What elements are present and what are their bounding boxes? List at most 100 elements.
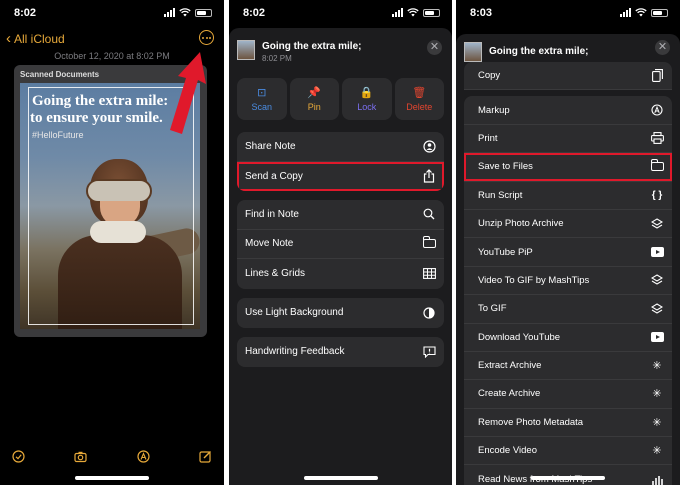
chart-icon bbox=[650, 473, 664, 485]
cellular-signal-icon bbox=[620, 8, 631, 17]
status-time: 8:02 bbox=[14, 7, 37, 19]
use-light-background-row[interactable]: Use Light Background bbox=[237, 298, 444, 328]
row-label: Handwriting Feedback bbox=[245, 346, 345, 358]
extract-archive-row[interactable]: Extract Archive ✳ bbox=[464, 351, 672, 381]
to-gif-row[interactable]: To GIF bbox=[464, 295, 672, 324]
layers-icon bbox=[650, 217, 664, 231]
row-label: YouTube PiP bbox=[478, 246, 533, 258]
camera-icon[interactable] bbox=[74, 450, 87, 463]
pin-label: Pin bbox=[307, 101, 321, 112]
status-time: 8:03 bbox=[470, 7, 493, 19]
youtube-pip-row[interactable]: YouTube PiP bbox=[464, 238, 672, 267]
options-sheet: Going the extra mile; 8:02 PM ✕ ⊡ Scan 📌… bbox=[229, 28, 452, 485]
download-youtube-row[interactable]: Download YouTube bbox=[464, 323, 672, 352]
share-note-icon bbox=[422, 139, 436, 153]
sheet-header: Going the extra mile; 8:02 PM ✕ bbox=[229, 28, 452, 72]
play-icon bbox=[650, 245, 664, 259]
pin-button[interactable]: 📌 Pin bbox=[289, 78, 339, 120]
compose-icon[interactable] bbox=[199, 450, 212, 463]
checklist-icon[interactable] bbox=[12, 450, 25, 463]
lock-button[interactable]: 🔒 Lock bbox=[342, 78, 392, 120]
delete-button[interactable]: 🗑 Delete bbox=[394, 78, 444, 120]
move-note-row[interactable]: Move Note bbox=[237, 230, 444, 259]
back-label: All iCloud bbox=[14, 31, 65, 46]
feedback-icon bbox=[422, 345, 436, 359]
row-label: Find in Note bbox=[245, 208, 299, 220]
pin-icon: 📌 bbox=[307, 86, 322, 99]
share-sheet: Going the extra mile; ✕ Copy Markup Prin… bbox=[456, 34, 680, 485]
status-bar: 8:02 bbox=[0, 0, 224, 26]
more-options-button[interactable] bbox=[199, 30, 214, 45]
appearance-group: Use Light Background bbox=[237, 298, 444, 328]
grid-icon bbox=[422, 267, 436, 281]
chevron-left-icon: ‹ bbox=[6, 30, 11, 47]
red-arrow-annotation bbox=[170, 52, 206, 134]
run-script-row[interactable]: Run Script { } bbox=[464, 181, 672, 210]
close-button[interactable]: ✕ bbox=[655, 40, 670, 55]
share-actions-list: Copy Markup Print Save to Files Run Scri… bbox=[464, 62, 672, 485]
status-bar: 8:02 bbox=[229, 0, 452, 26]
close-button[interactable]: ✕ bbox=[427, 40, 442, 55]
row-label: Create Archive bbox=[478, 388, 541, 400]
play-icon bbox=[650, 330, 664, 344]
contrast-icon bbox=[422, 306, 436, 320]
spinner-icon: ✳ bbox=[652, 445, 662, 458]
row-label: Run Script bbox=[478, 189, 523, 201]
row-label: Video To GIF by MashTips bbox=[478, 274, 590, 286]
note-thumbnail bbox=[464, 42, 482, 62]
cellular-signal-icon bbox=[164, 8, 175, 17]
print-row[interactable]: Print bbox=[464, 124, 672, 154]
row-label: Lines & Grids bbox=[245, 268, 306, 280]
battery-icon bbox=[423, 8, 440, 17]
row-label: To GIF bbox=[478, 303, 507, 315]
cellular-signal-icon bbox=[392, 8, 403, 17]
lines-grids-row[interactable]: Lines & Grids bbox=[237, 259, 444, 289]
battery-icon bbox=[651, 8, 668, 17]
create-archive-row[interactable]: Create Archive ✳ bbox=[464, 380, 672, 409]
wifi-icon bbox=[635, 8, 647, 17]
sheet-title: Going the extra mile; bbox=[262, 41, 362, 52]
share-note-row[interactable]: Share Note bbox=[237, 132, 444, 162]
find-in-note-row[interactable]: Find in Note bbox=[237, 200, 444, 230]
row-label: Send a Copy bbox=[245, 170, 303, 182]
row-label: Share Note bbox=[245, 140, 296, 152]
spinner-icon: ✳ bbox=[652, 416, 662, 429]
note-toolbar bbox=[0, 450, 224, 463]
copy-row[interactable]: Copy bbox=[464, 62, 672, 91]
home-indicator bbox=[303, 476, 378, 480]
row-label: Markup bbox=[478, 104, 510, 116]
folder-icon bbox=[650, 159, 664, 174]
row-label: Print bbox=[478, 132, 498, 144]
note-tools-group: Find in Note Move Note Lines & Grids bbox=[237, 200, 444, 289]
back-button[interactable]: ‹ All iCloud bbox=[6, 31, 65, 46]
spinner-icon: ✳ bbox=[652, 360, 662, 373]
save-to-files-row[interactable]: Save to Files bbox=[464, 153, 672, 182]
copy-icon bbox=[650, 69, 664, 83]
home-indicator bbox=[75, 476, 149, 480]
status-bar: 8:03 bbox=[456, 0, 680, 26]
row-label: Encode Video bbox=[478, 445, 537, 457]
wifi-icon bbox=[407, 8, 419, 17]
remove-photo-metadata-row[interactable]: Remove Photo Metadata ✳ bbox=[464, 408, 672, 438]
quick-actions: ⊡ Scan 📌 Pin 🔒 Lock 🗑 Delete bbox=[237, 78, 444, 120]
row-label: Copy bbox=[478, 70, 501, 82]
markup-icon[interactable] bbox=[137, 450, 150, 463]
row-label: Download YouTube bbox=[478, 331, 561, 343]
scan-button[interactable]: ⊡ Scan bbox=[237, 78, 287, 120]
video-to-gif-row[interactable]: Video To GIF by MashTips bbox=[464, 266, 672, 296]
sheet-title: Going the extra mile; bbox=[489, 46, 589, 57]
note-thumbnail bbox=[237, 40, 255, 60]
markup-row[interactable]: Markup bbox=[464, 96, 672, 125]
lock-icon: 🔒 bbox=[359, 86, 374, 99]
note-options-screen: 8:02 Going the extra mile; 8:02 PM ✕ ⊡ S… bbox=[229, 0, 452, 485]
feedback-group: Handwriting Feedback bbox=[237, 337, 444, 367]
layers-icon bbox=[650, 302, 664, 316]
unzip-photo-archive-row[interactable]: Unzip Photo Archive bbox=[464, 209, 672, 239]
braces-icon: { } bbox=[651, 189, 663, 201]
handwriting-feedback-row[interactable]: Handwriting Feedback bbox=[237, 337, 444, 367]
trash-icon: 🗑 bbox=[412, 86, 427, 99]
markup-icon bbox=[650, 103, 664, 117]
spinner-icon: ✳ bbox=[652, 388, 662, 401]
encode-video-row[interactable]: Encode Video ✳ bbox=[464, 437, 672, 466]
send-a-copy-row[interactable]: Send a Copy bbox=[237, 162, 444, 192]
